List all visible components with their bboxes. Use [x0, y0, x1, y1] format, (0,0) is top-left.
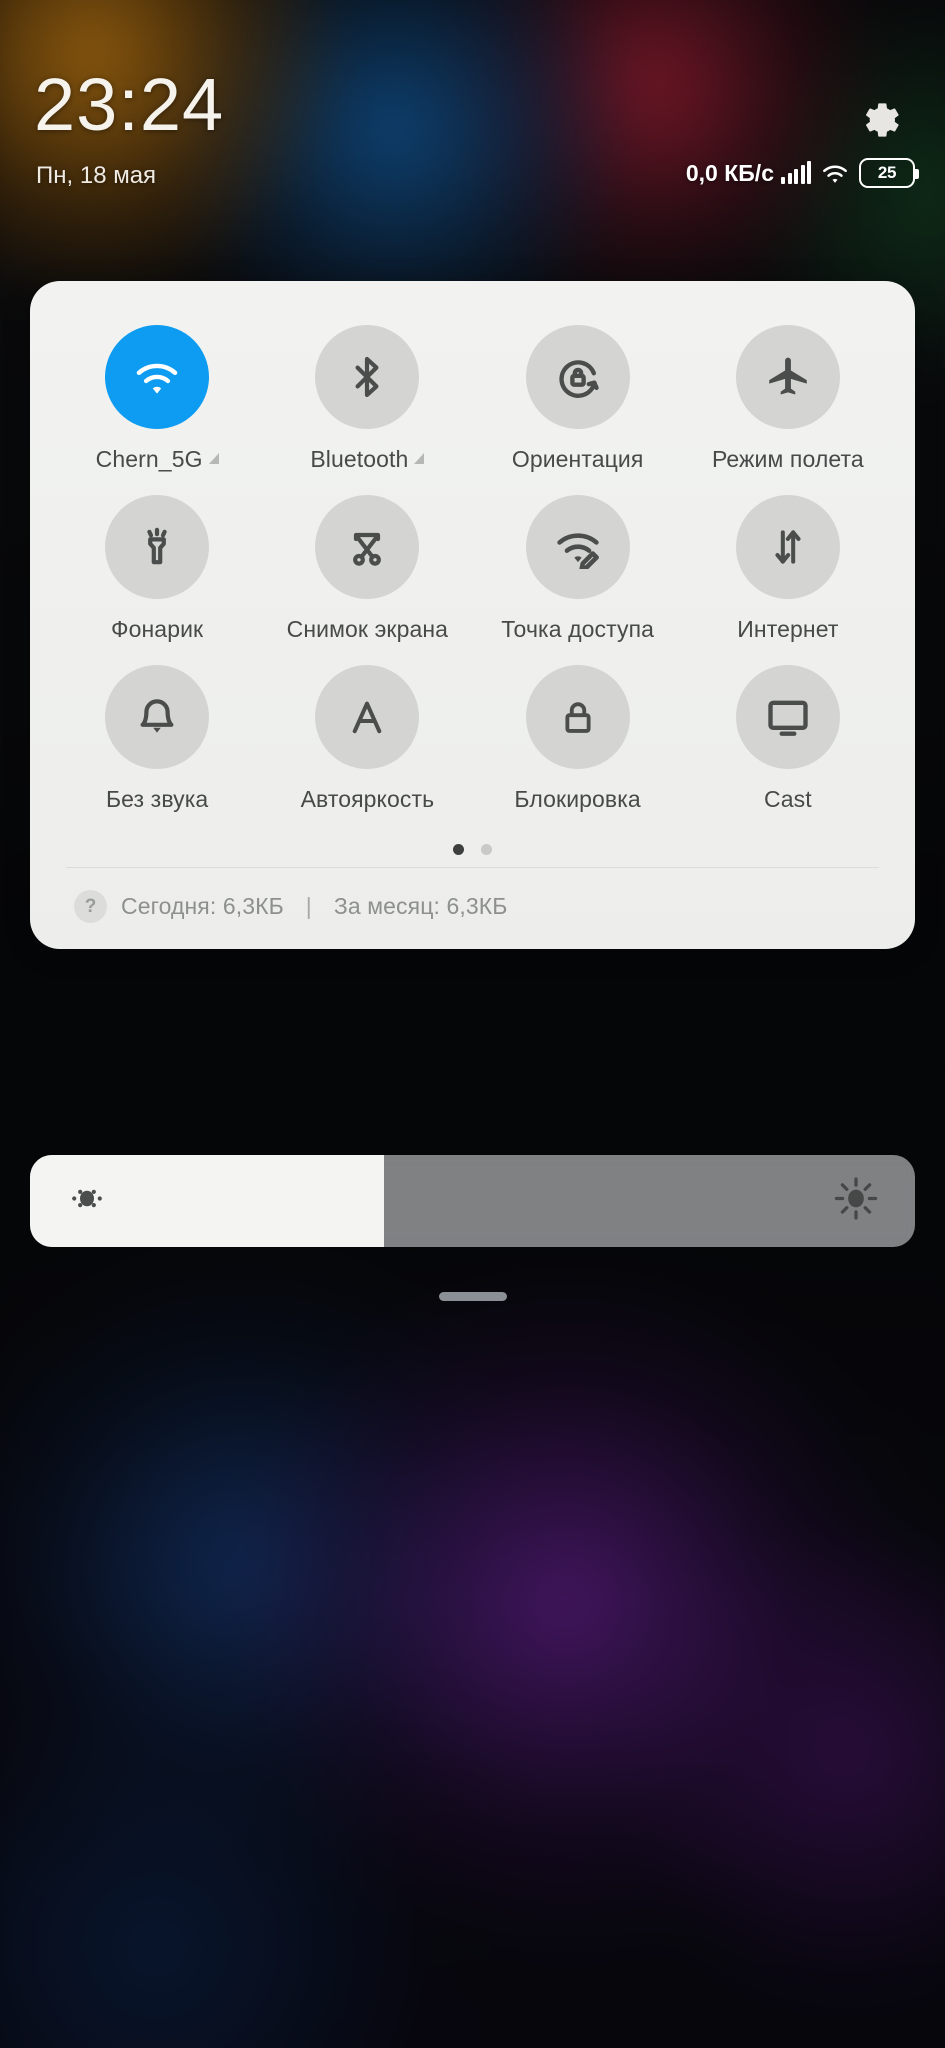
- cast-tile-label-row: Cast: [764, 786, 812, 813]
- qs-tile-hotspot[interactable]: Точка доступа: [473, 487, 683, 649]
- bell-icon: [140, 699, 174, 733]
- auto-brightness-a-icon: [353, 701, 382, 734]
- network-speed-label: 0,0 КБ/с: [685, 159, 774, 186]
- qs-tile-flashlight[interactable]: Фонарик: [52, 487, 262, 649]
- page-dot-1[interactable]: [453, 843, 464, 855]
- data-usage-row[interactable]: ? Сегодня: 6,3КБ | За месяц: 6,3КБ: [30, 868, 915, 949]
- status-header: 23:24 Пн, 18 мая 0,0 КБ/с 25: [0, 0, 945, 215]
- data-transfer-arrows-icon: [775, 530, 801, 564]
- auto-rotate-lock-icon: [559, 360, 599, 398]
- qs-tile-label: Bluetooth: [310, 446, 409, 472]
- battery-level-label: 25: [877, 163, 897, 182]
- auto-brightness-tile-icon-circle[interactable]: [315, 665, 420, 769]
- status-icons: 0,0 КБ/с 25: [685, 158, 919, 188]
- hotspot-icon: [556, 533, 599, 569]
- qs-tile-label: Блокировка: [514, 786, 641, 812]
- lock-tile-label-row: Блокировка: [514, 786, 640, 813]
- airplane-icon: [769, 357, 807, 395]
- brightness-slider[interactable]: [30, 1155, 915, 1247]
- qs-tile-label: Снимок экрана: [286, 616, 449, 642]
- bluetooth-icon: [355, 356, 379, 398]
- qs-tile-wifi[interactable]: Chern_5G: [52, 317, 262, 479]
- qs-tile-internet[interactable]: Интернет: [683, 487, 893, 649]
- data-usage-separator: |: [305, 893, 312, 919]
- qs-tile-lock[interactable]: Блокировка: [473, 657, 683, 819]
- wifi-icon: [820, 161, 850, 185]
- wifi-icon: [136, 363, 178, 394]
- data-usage-today: Сегодня: 6,3КБ: [121, 893, 284, 919]
- screenshot-scissors-icon: [353, 532, 382, 566]
- screenshot-tile-icon-circle[interactable]: [315, 495, 420, 599]
- brightness-low-icon: [66, 1178, 108, 1225]
- qs-tile-airplane-mode[interactable]: Режим полета: [683, 317, 893, 479]
- gear-icon: [861, 100, 901, 140]
- cellular-signal-icon: [781, 161, 811, 184]
- wifi-tile-label-row: Chern_5G: [96, 446, 219, 473]
- panel-drag-handle[interactable]: [438, 1292, 507, 1301]
- date-label: Пн, 18 мая: [36, 162, 157, 189]
- hotspot-tile-icon-circle[interactable]: [525, 495, 630, 599]
- flashlight-tile-label-row: Фонарик: [111, 616, 203, 643]
- qs-tile-cast[interactable]: Cast: [683, 657, 893, 819]
- bluetooth-tile-label-row: Bluetooth: [310, 446, 425, 473]
- auto-brightness-tile-label-row: Автояркость: [301, 786, 435, 813]
- screenshot-tile-label-row: Снимок экрана: [287, 616, 448, 643]
- settings-button[interactable]: [859, 98, 903, 142]
- cast-tile-icon-circle[interactable]: [735, 665, 840, 769]
- quick-settings-panel: Chern_5G Bluetooth Ориентация Режим поле…: [30, 281, 915, 949]
- qs-tile-label: Фонарик: [111, 616, 204, 642]
- flashlight-icon: [147, 527, 167, 565]
- expand-triangle-icon[interactable]: [208, 453, 219, 464]
- airplane-tile-label-row: Режим полета: [712, 446, 864, 473]
- page-dot-2[interactable]: [481, 843, 492, 855]
- qs-tile-label: Интернет: [737, 616, 839, 642]
- flashlight-tile-icon-circle[interactable]: [105, 495, 210, 599]
- qs-tile-screenshot[interactable]: Снимок экрана: [262, 487, 472, 649]
- silent-tile-icon-circle[interactable]: [105, 665, 210, 769]
- qs-tile-label: Chern_5G: [95, 446, 203, 472]
- page-indicator[interactable]: [30, 837, 915, 861]
- data-usage-month: За месяц: 6,3КБ: [333, 893, 508, 919]
- expand-triangle-icon[interactable]: [414, 453, 425, 464]
- orientation-tile-label-row: Ориентация: [512, 446, 644, 473]
- battery-indicator: 25: [859, 158, 919, 188]
- qs-tile-label: Cast: [764, 786, 812, 812]
- phone-screen: 23:24 Пн, 18 мая 0,0 КБ/с 25 Chern_5G Bl…: [0, 0, 945, 2048]
- bluetooth-tile-icon-circle[interactable]: [315, 325, 420, 429]
- lock-tile-icon-circle[interactable]: [525, 665, 630, 769]
- lock-icon: [565, 702, 591, 733]
- hotspot-tile-label-row: Точка доступа: [501, 616, 654, 643]
- airplane-tile-icon-circle[interactable]: [735, 325, 840, 429]
- question-mark-icon[interactable]: ?: [74, 890, 107, 923]
- brightness-track[interactable]: [30, 1155, 915, 1247]
- qs-tile-label: Ориентация: [511, 446, 644, 472]
- qs-tile-silent[interactable]: Без звука: [52, 657, 262, 819]
- internet-tile-label-row: Интернет: [737, 616, 838, 643]
- qs-tile-orientation[interactable]: Ориентация: [473, 317, 683, 479]
- cast-screen-icon: [768, 700, 808, 736]
- silent-tile-label-row: Без звука: [106, 786, 208, 813]
- clock: 23:24: [34, 63, 225, 146]
- internet-tile-icon-circle[interactable]: [735, 495, 840, 599]
- brightness-high-icon: [833, 1176, 879, 1227]
- qs-tile-bluetooth[interactable]: Bluetooth: [262, 317, 472, 479]
- qs-tile-label: Точка доступа: [501, 616, 655, 642]
- data-usage-text: Сегодня: 6,3КБ | За месяц: 6,3КБ: [121, 893, 507, 920]
- orientation-tile-icon-circle[interactable]: [525, 325, 630, 429]
- wifi-tile-icon-circle[interactable]: [105, 325, 210, 429]
- qs-tile-auto-brightness[interactable]: Автояркость: [262, 657, 472, 819]
- qs-tile-label: Режим полета: [711, 446, 864, 472]
- quick-settings-grid: Chern_5G Bluetooth Ориентация Режим поле…: [30, 317, 915, 819]
- qs-tile-label: Автояркость: [300, 786, 435, 812]
- qs-tile-label: Без звука: [105, 786, 209, 812]
